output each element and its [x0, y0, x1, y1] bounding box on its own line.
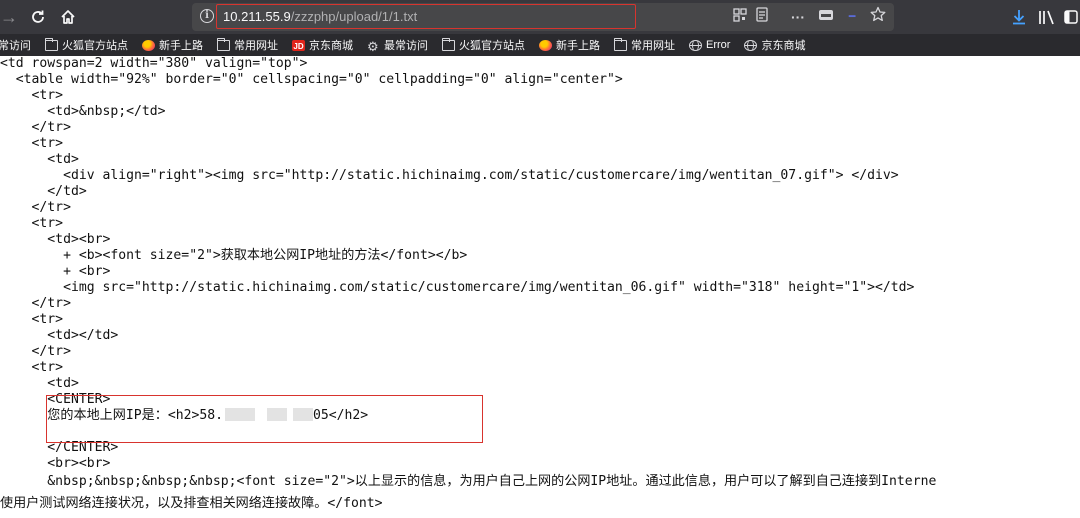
library-icon[interactable] — [1036, 0, 1058, 34]
reader-view-icon[interactable] — [752, 3, 772, 31]
source-line: <tr> — [0, 360, 64, 375]
firefox-icon — [539, 39, 552, 51]
globe-icon — [744, 39, 758, 51]
source-line: <br><br> — [0, 456, 111, 471]
source-line: <table width="92%" border="0" cellspacin… — [0, 72, 623, 87]
reload-icon[interactable] — [27, 0, 49, 34]
bookmark-label: 新手上路 — [556, 40, 600, 52]
source-line: <td></td> — [0, 328, 119, 343]
bookmark-label: 京东商城 — [309, 40, 353, 52]
bookmark-item[interactable]: 火狐官方站点 — [45, 34, 128, 56]
source-line: + <b><font size="2">获取本地公网IP地址的方法</font>… — [0, 248, 468, 263]
bookmark-item[interactable]: 常访问 — [0, 34, 31, 56]
gear-icon: ⚙ — [367, 38, 379, 54]
source-line: <td> — [0, 376, 79, 391]
sidebar-icon[interactable] — [1062, 0, 1080, 34]
source-line: </tr> — [0, 296, 71, 311]
info-icon[interactable]: i — [200, 9, 214, 23]
bookmark-star-icon[interactable] — [868, 3, 888, 31]
bookmark-item[interactable]: JD 京东商城 — [292, 34, 353, 56]
source-line: + <br> — [0, 264, 111, 279]
bookmark-item[interactable]: 新手上路 — [539, 34, 600, 56]
source-line: <tr> — [0, 312, 64, 327]
source-line: <div align="right"><img src="http://stat… — [0, 168, 899, 183]
bookmark-label: 常用网址 — [631, 40, 675, 52]
globe-icon — [689, 39, 702, 51]
source-line: <tr> — [0, 136, 64, 151]
more-icon[interactable]: ··· — [788, 3, 808, 31]
bookmark-item[interactable]: 火狐官方站点 — [442, 34, 525, 56]
source-line: &nbsp;&nbsp;&nbsp;&nbsp;<font size="2">以… — [0, 474, 937, 489]
bookmark-item[interactable]: 京东商城 — [744, 34, 805, 56]
source-line: </tr> — [0, 200, 71, 215]
bookmark-label: 最常访问 — [384, 40, 428, 52]
bookmark-label: 新手上路 — [159, 40, 203, 52]
bookmarks-toolbar: 常访问 火狐官方站点 新手上路 常用网址 JD 京东商城 ⚙ 最常访问 火狐官方站点… — [0, 34, 1080, 56]
source-line: <tr> — [0, 88, 64, 103]
source-line: <td>&nbsp;</td> — [0, 104, 166, 119]
url-bar[interactable]: i 10.211.55.9/zzzphp/upload/1/1.txt ··· … — [192, 3, 894, 31]
bookmark-label: 京东商城 — [761, 40, 806, 52]
folder-icon — [442, 37, 455, 51]
source-line: </tr> — [0, 120, 71, 135]
source-line: <td><br> — [0, 232, 111, 247]
bookmark-label: 常访问 — [0, 40, 31, 52]
ip-highlight-box — [46, 395, 483, 443]
source-line: 使用户测试网络连接状况，以及排查相关网络连接故障。</font> — [0, 496, 383, 511]
bookmark-label: 火狐官方站点 — [62, 40, 128, 52]
bookmark-item[interactable]: 新手上路 — [142, 34, 203, 56]
url-text[interactable]: 10.211.55.9/zzzphp/upload/1/1.txt — [223, 3, 417, 31]
qr-code-icon[interactable] — [730, 3, 750, 31]
bookmark-label: 火狐官方站点 — [459, 40, 525, 52]
bookmark-label: Error — [706, 39, 731, 51]
back-icon[interactable]: → — [0, 0, 18, 34]
pocket-icon[interactable] — [816, 3, 836, 31]
bookmark-item[interactable]: 常用网址 — [217, 34, 278, 56]
source-line: <td rowspan=2 width="380" valign="top"> — [0, 56, 308, 71]
url-host: 10.211.55.9 — [223, 9, 291, 24]
source-line: </tr> — [0, 344, 71, 359]
url-path: /zzzphp/upload/1/1.txt — [290, 9, 418, 24]
bookmark-item[interactable]: ⚙ 最常访问 — [367, 34, 428, 56]
source-line: <td> — [0, 152, 79, 167]
source-line: <tr> — [0, 216, 64, 231]
folder-icon — [614, 37, 627, 51]
bookmark-item[interactable]: 常用网址 — [614, 34, 675, 56]
jd-icon: JD — [292, 39, 305, 51]
home-icon[interactable] — [57, 0, 79, 34]
source-line: <img src="http://static.hichinaimg.com/s… — [0, 280, 915, 295]
source-line: </td> — [0, 184, 87, 199]
firefox-icon — [142, 39, 155, 51]
page-content: <td rowspan=2 width="380" valign="top"> … — [0, 56, 1080, 518]
folder-icon — [45, 37, 58, 51]
browser-toolbar: → i 10.211.55.9/zzzphp/upload/1/1.txt ··… — [0, 0, 1080, 34]
folder-icon — [217, 37, 230, 51]
bookmark-label: 常用网址 — [234, 40, 278, 52]
bookmark-item[interactable]: Error — [689, 34, 730, 56]
container-icon[interactable]: ━ — [842, 3, 862, 31]
download-icon[interactable] — [1008, 0, 1030, 34]
